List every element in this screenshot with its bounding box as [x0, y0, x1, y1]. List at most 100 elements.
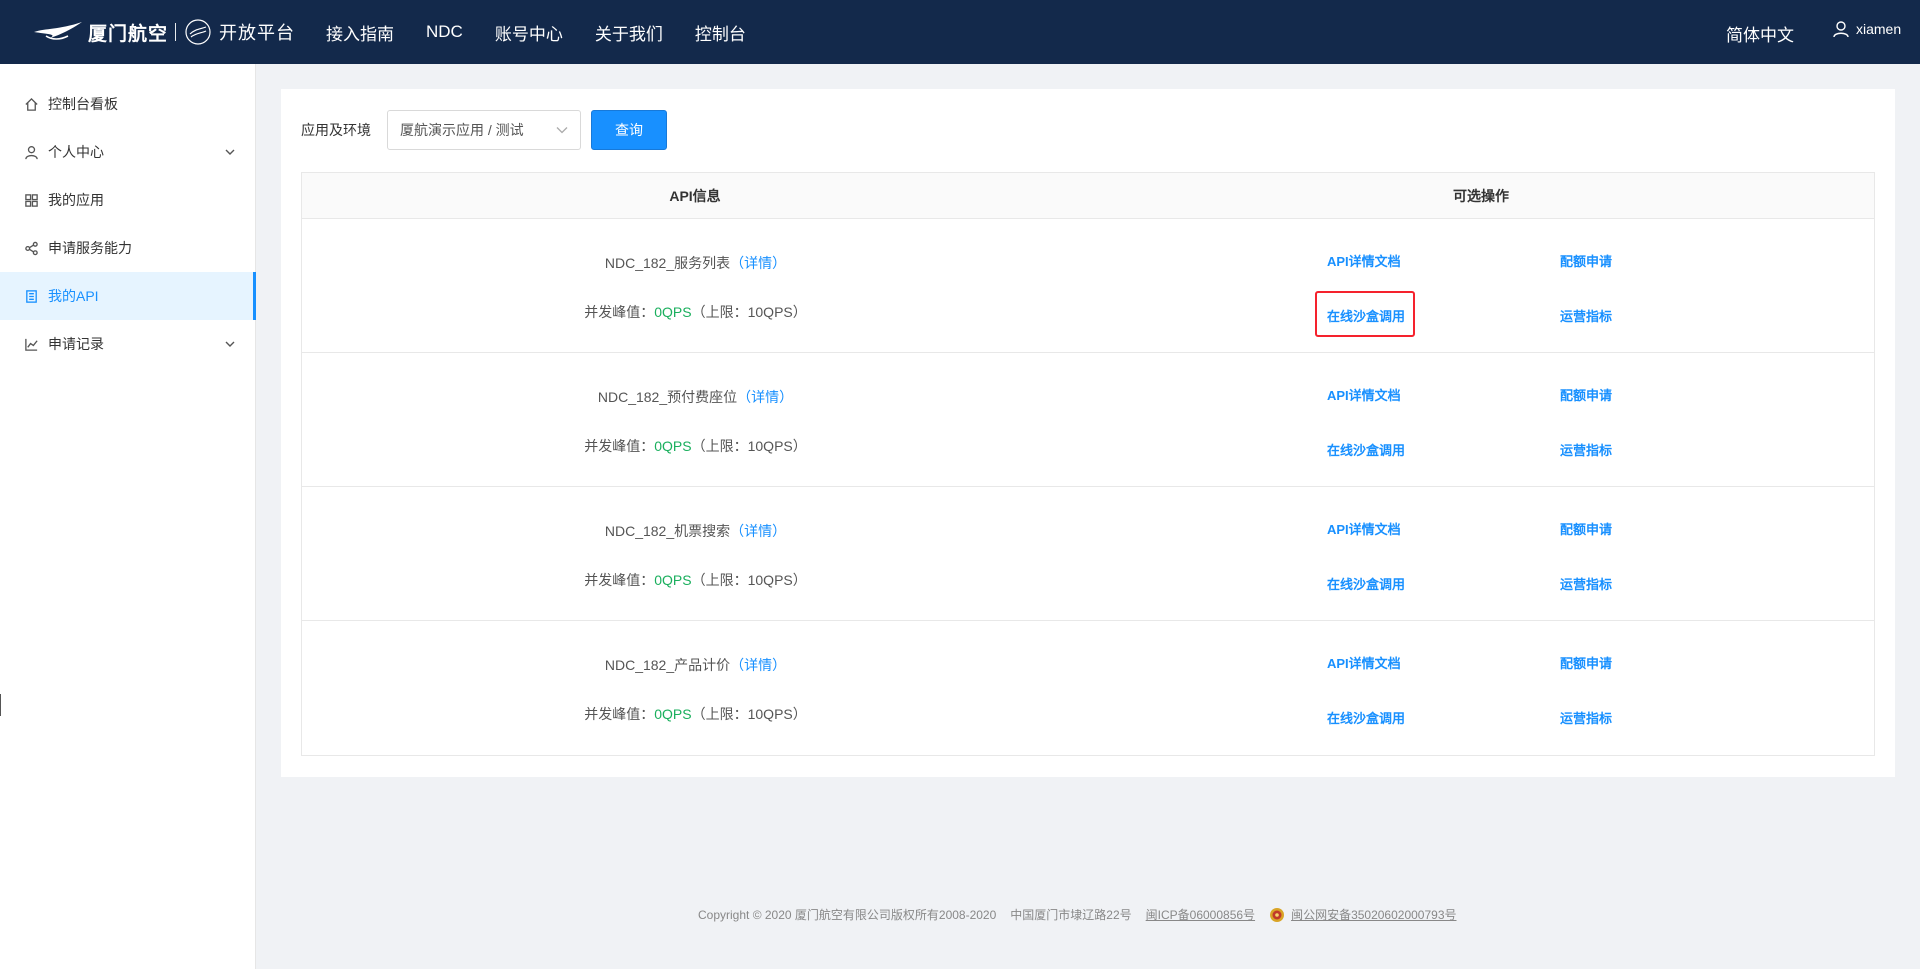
sandbox-call-link[interactable]: 在线沙盒调用 — [1327, 574, 1405, 593]
sidebar-item-my-api[interactable]: 我的API — [0, 272, 256, 320]
sidebar: 控制台看板 个人中心 我的应用 申请服务能力 我的API 申请记录 — [0, 64, 256, 969]
chevron-down-icon — [556, 127, 568, 134]
query-button[interactable]: 查询 — [591, 110, 667, 150]
qps-line: 并发峰值：0QPS（上限：10QPS） — [302, 302, 1089, 322]
qps-limit: （上限：10QPS） — [691, 572, 807, 588]
api-name-line: NDC_182_预付费座位（详情） — [302, 387, 1089, 407]
metrics-link[interactable]: 运营指标 — [1560, 574, 1612, 593]
highlight-box — [1315, 291, 1415, 337]
api-info-cell: NDC_182_产品计价（详情） 并发峰值：0QPS（上限：10QPS） — [302, 621, 1088, 755]
sandbox-call-link[interactable]: 在线沙盒调用 — [1327, 708, 1405, 727]
table-row: NDC_182_机票搜索（详情） 并发峰值：0QPS（上限：10QPS） API… — [302, 487, 1874, 621]
qps-limit: （上限：10QPS） — [691, 438, 807, 454]
qps-value: 0QPS — [654, 572, 692, 588]
table-row: NDC_182_预付费座位（详情） 并发峰值：0QPS（上限：10QPS） AP… — [302, 353, 1874, 487]
quota-apply-link[interactable]: 配额申请 — [1560, 385, 1612, 404]
sidebar-item-apply-service[interactable]: 申请服务能力 — [0, 224, 255, 272]
quota-apply-link[interactable]: 配额申请 — [1560, 519, 1612, 538]
column-header-operations: 可选操作 — [1453, 187, 1509, 204]
logo[interactable]: 厦门航空 开放平台 — [32, 14, 295, 50]
operations-cell: API详情文档 配额申请 在线沙盒调用 运营指标 — [1088, 353, 1874, 486]
main-panel: 应用及环境 厦航演示应用 / 测试 查询 API信息 可选操作 NDC_182_… — [281, 89, 1895, 777]
metrics-link[interactable]: 运营指标 — [1560, 306, 1612, 325]
qps-line: 并发峰值：0QPS（上限：10QPS） — [302, 704, 1089, 724]
qps-label: 并发峰值： — [584, 304, 655, 320]
api-name: NDC_182_服务列表 — [604, 255, 731, 271]
api-name-line: NDC_182_产品计价（详情） — [302, 655, 1089, 675]
api-name: NDC_182_机票搜索 — [604, 523, 731, 539]
chart-line-icon — [25, 338, 38, 351]
qps-value: 0QPS — [654, 304, 692, 320]
api-name-line: NDC_182_机票搜索（详情） — [302, 521, 1089, 541]
document-icon — [26, 289, 37, 303]
api-doc-link[interactable]: API详情文档 — [1327, 385, 1401, 404]
qps-value: 0QPS — [654, 438, 692, 454]
sidebar-item-dashboard[interactable]: 控制台看板 — [0, 80, 255, 128]
logo-divider — [175, 23, 177, 41]
quota-apply-link[interactable]: 配额申请 — [1560, 653, 1612, 672]
operations-cell: API详情文档 配额申请 在线沙盒调用 运营指标 — [1088, 219, 1874, 352]
user-icon — [1833, 21, 1849, 38]
sidebar-item-personal-center[interactable]: 个人中心 — [0, 128, 255, 176]
metrics-link[interactable]: 运营指标 — [1560, 440, 1612, 459]
nav-ndc[interactable]: NDC — [426, 22, 463, 42]
filter-bar: 应用及环境 厦航演示应用 / 测试 查询 — [301, 110, 667, 150]
api-info-cell: NDC_182_预付费座位（详情） 并发峰值：0QPS（上限：10QPS） — [302, 353, 1088, 486]
police-badge-icon — [1270, 907, 1285, 922]
nav-about[interactable]: 关于我们 — [595, 20, 663, 45]
language-switch[interactable]: 简体中文 — [1726, 21, 1794, 46]
detail-link[interactable]: （详情） — [730, 523, 786, 539]
nav-account[interactable]: 账号中心 — [495, 20, 563, 45]
emblem-icon — [185, 19, 211, 45]
sidebar-item-my-apps[interactable]: 我的应用 — [0, 176, 255, 224]
detail-link[interactable]: （详情） — [730, 657, 786, 673]
app-env-select[interactable]: 厦航演示应用 / 测试 — [387, 110, 581, 150]
sidebar-item-label: 控制台看板 — [48, 96, 118, 112]
home-icon — [25, 97, 38, 111]
sidebar-item-label: 申请服务能力 — [48, 240, 132, 256]
sidebar-item-label: 我的API — [48, 288, 99, 304]
column-header-api-info: API信息 — [669, 187, 721, 204]
qps-line: 并发峰值：0QPS（上限：10QPS） — [302, 436, 1089, 456]
api-doc-link[interactable]: API详情文档 — [1327, 519, 1401, 538]
api-doc-link[interactable]: API详情文档 — [1327, 251, 1401, 270]
sidebar-item-label: 申请记录 — [48, 336, 104, 352]
api-info-cell: NDC_182_机票搜索（详情） 并发峰值：0QPS（上限：10QPS） — [302, 487, 1088, 620]
address-text: 中国厦门市埭辽路22号 — [1010, 908, 1132, 922]
nav-guide[interactable]: 接入指南 — [326, 20, 394, 45]
logo-text: 厦门航空 — [88, 23, 169, 45]
table-header: API信息 可选操作 — [302, 173, 1874, 219]
footer: Copyright © 2020 厦门航空有限公司版权所有2008-2020 中… — [698, 906, 1471, 923]
api-doc-link[interactable]: API详情文档 — [1327, 653, 1401, 672]
qps-label: 并发峰值： — [584, 706, 655, 722]
qps-label: 并发峰值： — [584, 572, 655, 588]
qps-label: 并发峰值： — [584, 438, 655, 454]
detail-link[interactable]: （详情） — [737, 389, 793, 405]
police-record-link[interactable]: 闽公网安备35020602000793号 — [1291, 906, 1456, 923]
top-navbar: 厦门航空 开放平台 接入指南 NDC 账号中心 关于我们 控制台 简体中文 xi… — [0, 0, 1920, 64]
sidebar-item-label: 我的应用 — [48, 192, 104, 208]
detail-link[interactable]: （详情） — [730, 255, 786, 271]
quota-apply-link[interactable]: 配额申请 — [1560, 251, 1612, 270]
operations-cell: API详情文档 配额申请 在线沙盒调用 运营指标 — [1088, 621, 1874, 755]
icp-link[interactable]: 闽ICP备06000856号 — [1146, 906, 1255, 923]
api-name-line: NDC_182_服务列表（详情） — [302, 253, 1089, 273]
user-menu[interactable]: xiamen — [1832, 20, 1901, 38]
metrics-link[interactable]: 运营指标 — [1560, 708, 1612, 727]
logo-subtitle: 开放平台 — [219, 23, 296, 43]
chevron-down-icon — [225, 149, 235, 155]
username: xiamen — [1856, 21, 1902, 37]
chevron-down-icon — [225, 341, 235, 347]
sidebar-resize-handle[interactable] — [0, 694, 1, 716]
grid-icon — [25, 193, 38, 207]
filter-label: 应用及环境 — [301, 122, 371, 138]
qps-line: 并发峰值：0QPS（上限：10QPS） — [302, 570, 1089, 590]
table-row: NDC_182_服务列表（详情） 并发峰值：0QPS（上限：10QPS） API… — [302, 219, 1874, 353]
share-icon — [25, 241, 38, 255]
sidebar-item-apply-records[interactable]: 申请记录 — [0, 320, 255, 368]
egret-logo-icon — [34, 22, 82, 40]
sandbox-call-link[interactable]: 在线沙盒调用 — [1327, 440, 1405, 459]
nav-console[interactable]: 控制台 — [695, 20, 746, 45]
api-name: NDC_182_产品计价 — [604, 657, 731, 673]
qps-limit: （上限：10QPS） — [691, 304, 807, 320]
